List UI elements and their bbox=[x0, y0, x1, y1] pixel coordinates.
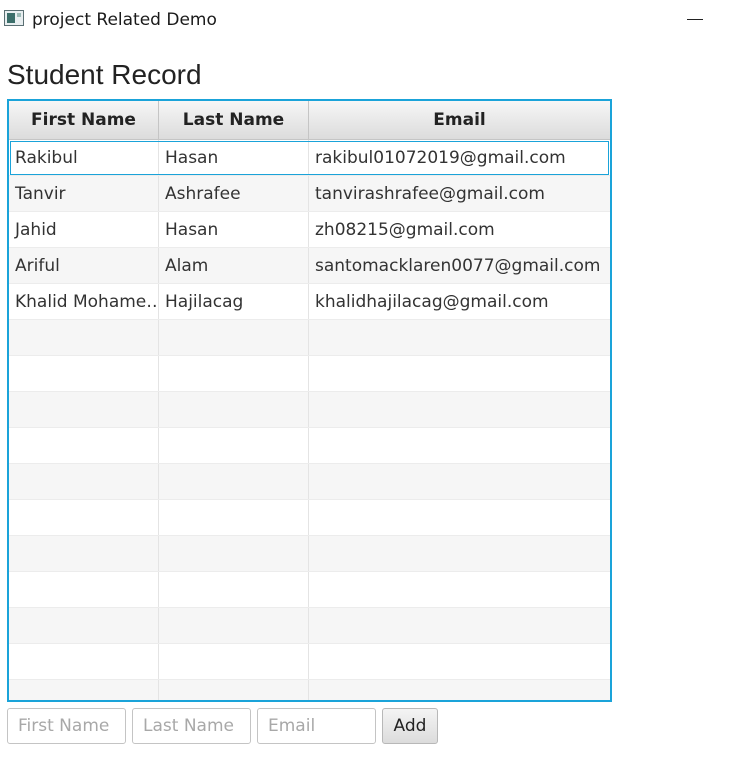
window-titlebar: project Related Demo bbox=[0, 0, 749, 40]
cell-email bbox=[309, 356, 610, 391]
cell-last-name bbox=[159, 680, 309, 700]
cell-last-name: Alam bbox=[159, 248, 309, 283]
cell-first-name bbox=[9, 320, 159, 355]
table-row[interactable]: Jahid Hasan zh08215@gmail.com bbox=[9, 212, 610, 248]
first-name-input[interactable] bbox=[7, 708, 126, 744]
cell-email bbox=[309, 644, 610, 679]
cell-first-name bbox=[9, 500, 159, 535]
empty-table-row bbox=[9, 572, 610, 608]
empty-table-row bbox=[9, 536, 610, 572]
empty-table-row bbox=[9, 320, 610, 356]
empty-table-row bbox=[9, 500, 610, 536]
cell-last-name bbox=[159, 356, 309, 391]
cell-first-name: Tanvir bbox=[9, 176, 159, 211]
cell-first-name bbox=[9, 536, 159, 571]
cell-first-name: Rakibul bbox=[9, 140, 159, 175]
cell-last-name bbox=[159, 320, 309, 355]
page-title: Student Record bbox=[7, 59, 202, 90]
cell-email: tanvirashrafee@gmail.com bbox=[315, 183, 545, 204]
cell-last-name bbox=[159, 500, 309, 535]
cell-last-name bbox=[159, 536, 309, 571]
column-header-first-name[interactable]: First Name bbox=[9, 101, 159, 139]
cell-email bbox=[309, 500, 610, 535]
cell-last-name: Hasan bbox=[159, 212, 309, 247]
table-header: First Name Last Name Email bbox=[9, 101, 610, 140]
empty-table-row bbox=[9, 680, 610, 700]
cell-first-name bbox=[9, 356, 159, 391]
cell-last-name bbox=[159, 428, 309, 463]
cell-email: zh08215@gmail.com bbox=[315, 219, 495, 240]
empty-table-row bbox=[9, 356, 610, 392]
empty-table-row bbox=[9, 464, 610, 500]
cell-email: santomacklaren0077@gmail.com bbox=[315, 255, 601, 276]
app-icon bbox=[4, 10, 24, 26]
cell-first-name bbox=[9, 392, 159, 427]
cell-first-name: Ariful bbox=[9, 248, 159, 283]
cell-email bbox=[309, 572, 610, 607]
cell-last-name bbox=[159, 608, 309, 643]
cell-first-name bbox=[9, 608, 159, 643]
column-header-last-name[interactable]: Last Name bbox=[159, 101, 309, 139]
cell-first-name bbox=[9, 680, 159, 700]
cell-email bbox=[309, 608, 610, 643]
empty-table-row bbox=[9, 428, 610, 464]
email-input[interactable] bbox=[257, 708, 376, 744]
cell-email bbox=[309, 536, 610, 571]
cell-email bbox=[309, 392, 610, 427]
cell-first-name: Jahid bbox=[9, 212, 159, 247]
cell-first-name bbox=[9, 464, 159, 499]
table-row[interactable]: Rakibul Hasan rakibul01072019@gmail.com bbox=[9, 140, 610, 176]
empty-table-row bbox=[9, 392, 610, 428]
cell-first-name bbox=[9, 428, 159, 463]
student-table[interactable]: First Name Last Name Email Rakibul Hasan r… bbox=[7, 99, 612, 702]
cell-first-name: Khalid Mohame… bbox=[9, 284, 159, 319]
empty-table-row bbox=[9, 644, 610, 680]
cell-last-name bbox=[159, 644, 309, 679]
empty-table-row bbox=[9, 608, 610, 644]
add-button[interactable]: Add bbox=[382, 708, 438, 744]
minimize-button[interactable] bbox=[684, 8, 708, 30]
cell-email: rakibul01072019@gmail.com bbox=[315, 147, 566, 168]
cell-last-name bbox=[159, 572, 309, 607]
cell-first-name bbox=[9, 644, 159, 679]
last-name-input[interactable] bbox=[132, 708, 251, 744]
cell-last-name bbox=[159, 464, 309, 499]
cell-first-name bbox=[9, 572, 159, 607]
cell-last-name: Ashrafee bbox=[159, 176, 309, 211]
cell-email bbox=[309, 464, 610, 499]
cell-last-name bbox=[159, 392, 309, 427]
table-row[interactable]: Tanvir Ashrafee tanvirashrafee@gmail.com bbox=[9, 176, 610, 212]
cell-last-name: Hasan bbox=[159, 140, 309, 175]
cell-email bbox=[309, 428, 610, 463]
window-title: project Related Demo bbox=[32, 10, 217, 30]
table-body: Rakibul Hasan rakibul01072019@gmail.com Tan… bbox=[9, 140, 610, 700]
column-header-email[interactable]: Email bbox=[309, 101, 610, 139]
table-row[interactable]: Khalid Mohame… Hajilacag khalidhajilacag@g… bbox=[9, 284, 610, 320]
cell-email bbox=[309, 680, 610, 700]
table-row[interactable]: Ariful Alam santomacklaren0077@gmail.com bbox=[9, 248, 610, 284]
cell-last-name: Hajilacag bbox=[159, 284, 309, 319]
add-student-form: Add bbox=[7, 708, 438, 744]
cell-email: khalidhajilacag@gmail.com bbox=[315, 291, 549, 312]
cell-email bbox=[309, 320, 610, 355]
